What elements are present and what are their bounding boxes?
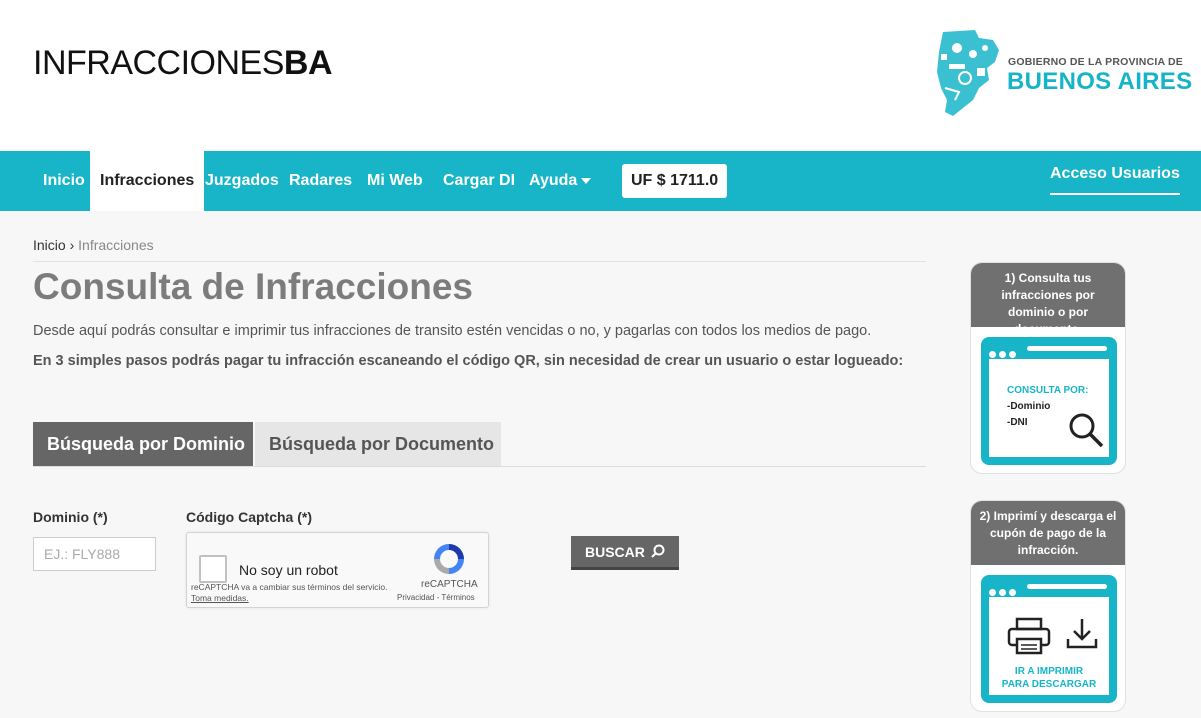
download-icon — [1066, 619, 1098, 649]
nav-juzgados[interactable]: Juzgados — [205, 151, 279, 211]
printer-icon — [1007, 617, 1051, 655]
page-title: Consulta de Infracciones — [33, 266, 473, 307]
captcha-label: Código Captcha (*) — [186, 509, 312, 525]
gov-small-text: GOBIERNO DE LA PROVINCIA DE — [1008, 56, 1183, 68]
breadcrumb-separator: › — [69, 237, 75, 253]
province-map-icon — [937, 30, 999, 116]
step1-title: 1) Consulta tus infracciones por dominio… — [971, 263, 1125, 336]
nav-ayuda-label: Ayuda — [529, 172, 578, 189]
tab-busqueda-dominio[interactable]: Búsqueda por Dominio — [33, 422, 253, 467]
recaptcha-checkbox[interactable] — [199, 555, 227, 583]
gov-logo[interactable]: GOBIERNO DE LA PROVINCIA DE BUENOS AIRES — [935, 28, 1192, 120]
page-description: Desde aquí podrás consultar e imprimir t… — [33, 323, 872, 339]
tab-busqueda-documento[interactable]: Búsqueda por Documento — [255, 422, 501, 467]
brand-bold: BA — [283, 44, 333, 82]
print-line2[interactable]: PARA DESCARGAR — [989, 678, 1109, 691]
nav-mi-web[interactable]: Mi Web — [367, 151, 423, 211]
site-brand[interactable]: INFRACCIONESBA — [33, 44, 333, 83]
nav-inicio[interactable]: Inicio — [43, 151, 85, 211]
buscar-button[interactable]: BUSCAR — [571, 536, 679, 570]
tab-divider — [33, 466, 926, 467]
main-nav: Inicio Infracciones Juzgados Radares Mi … — [0, 151, 1201, 211]
dominio-label: Dominio (*) — [33, 509, 108, 525]
magnifier-icon — [1069, 413, 1104, 448]
print-line1[interactable]: IR A IMPRIMIR — [989, 665, 1109, 678]
nav-cargar-di[interactable]: Cargar DI — [443, 151, 515, 211]
consulta-item-dominio: -Dominio — [1007, 401, 1051, 412]
uf-badge: UF $ 1711.0 — [622, 164, 728, 198]
recaptcha-logo-icon — [434, 544, 464, 574]
recaptcha-brand: reCAPTCHA — [421, 579, 478, 590]
recaptcha-notice-link[interactable]: Toma medidas. — [191, 593, 249, 603]
step2-screen: IR A IMPRIMIR PARA DESCARGAR — [981, 575, 1117, 703]
page-steps-intro: En 3 simples pasos podrás pagar tu infra… — [33, 353, 904, 369]
nav-ayuda[interactable]: Ayuda — [529, 151, 592, 211]
step1-screen: CONSULTA POR: -Dominio -DNI — [981, 337, 1117, 465]
recaptcha-text: No soy un robot — [239, 562, 338, 578]
step1-card: 1) Consulta tus infracciones por dominio… — [970, 262, 1126, 474]
dominio-input[interactable] — [33, 537, 156, 571]
recaptcha-links[interactable]: Privacidad - Términos — [397, 593, 475, 602]
caret-down-icon — [581, 177, 592, 184]
nav-infracciones[interactable]: Infracciones — [90, 151, 205, 211]
gov-big-text: BUENOS AIRES — [1007, 68, 1193, 95]
brand-light: INFRACCIONES — [33, 44, 284, 82]
consulta-por: CONSULTA POR: — [1007, 385, 1089, 396]
acceso-usuarios-link[interactable]: Acceso Usuarios — [1050, 165, 1180, 195]
step2-title: 2) Imprimí y descarga el cupón de pago d… — [971, 501, 1125, 565]
breadcrumb: Inicio › Infracciones — [33, 237, 154, 253]
consulta-item-dni: -DNI — [1007, 417, 1028, 428]
search-icon — [651, 544, 665, 558]
breadcrumb-current: Infracciones — [78, 237, 154, 253]
recaptcha-widget: No soy un robot reCAPTCHA va a cambiar s… — [186, 532, 489, 608]
step2-card: 2) Imprimí y descarga el cupón de pago d… — [970, 500, 1126, 712]
recaptcha-notice: reCAPTCHA va a cambiar sus términos del … — [191, 582, 391, 604]
buscar-label: BUSCAR — [585, 543, 645, 560]
nav-radares[interactable]: Radares — [289, 151, 352, 211]
site-header: INFRACCIONESBA GOBIERNO DE LA PROVINCIA … — [0, 0, 1201, 151]
breadcrumb-home[interactable]: Inicio — [33, 237, 66, 253]
breadcrumb-divider — [33, 261, 926, 262]
recaptcha-notice-text: reCAPTCHA va a cambiar sus términos del … — [191, 582, 388, 592]
